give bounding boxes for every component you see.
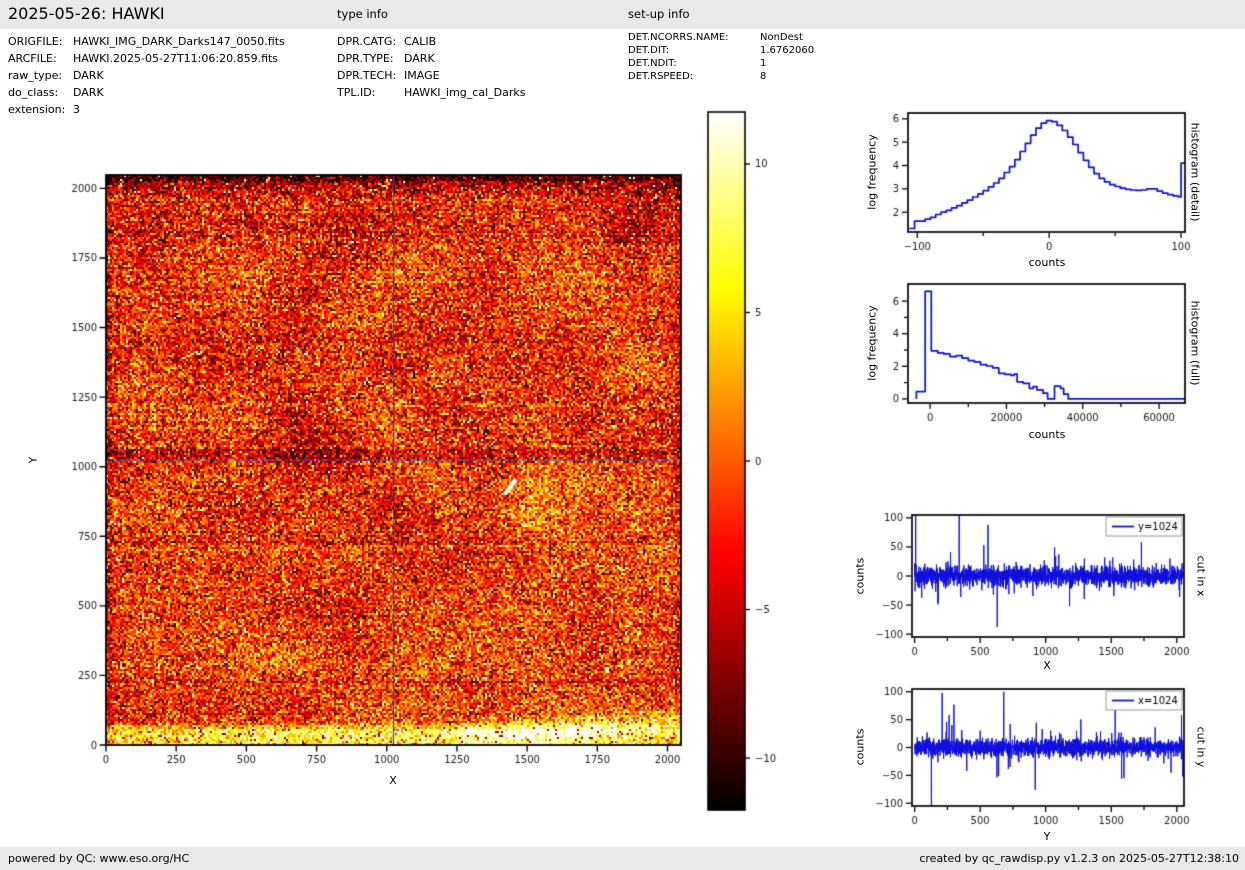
setup-info-heading: set-up info	[628, 7, 690, 21]
file-info-row: ARCFILE: HAWKI.2025-05-27T11:06:20.859.fi…	[8, 50, 285, 67]
setup-info-row: DET.RSPEED: 8	[628, 70, 814, 83]
type-info-block: DPR.CATG: CALIB DPR.TYPE: DARK DPR.TECH: IM…	[337, 33, 525, 101]
setup-info-label: DET.DIT:	[628, 45, 670, 56]
header-bar: 2025-05-26: HAWKI type info set-up info	[0, 0, 1245, 29]
cut-in-y-side-label: cut in y	[1194, 726, 1208, 768]
type-info-label: DPR.TYPE:	[337, 52, 394, 65]
file-info-row: do_class: DARK	[8, 84, 285, 101]
type-info-row: DPR.TYPE: DARK	[337, 50, 525, 67]
cut-in-x-x-label: X	[1043, 659, 1051, 672]
file-info-value: HAWKI.2025-05-27T11:06:20.859.fits	[73, 52, 279, 65]
cut-in-x-y-label: counts	[853, 557, 867, 595]
setup-info-value: NonDest	[760, 32, 803, 43]
cut-in-y-plot	[855, 676, 1195, 831]
setup-info-value: 1.6762060	[760, 45, 815, 56]
file-info-label: extension:	[8, 103, 66, 116]
setup-info-block: DET.NCORRS.NAME: NonDest DET.DIT: 1.676206…	[628, 31, 814, 83]
main-image-plot	[60, 165, 700, 795]
page-title: 2025-05-26: HAWKI	[8, 4, 165, 23]
setup-info-label: DET.RSPEED:	[628, 71, 694, 82]
type-info-value: IMAGE	[404, 69, 440, 82]
main-y-axis-label: Y	[26, 456, 40, 464]
file-info-label: do_class:	[8, 86, 59, 99]
cut-in-x-plot	[855, 503, 1195, 658]
histogram-detail-x-label: counts	[1028, 256, 1066, 269]
type-info-row: TPL.ID: HAWKI_img_cal_Darks	[337, 84, 525, 101]
file-info-label: ARCFILE:	[8, 52, 57, 65]
setup-info-label: DET.NCORRS.NAME:	[628, 32, 729, 43]
file-info-label: ORIGFILE:	[8, 35, 63, 48]
file-info-label: raw_type:	[8, 69, 63, 82]
type-info-value: CALIB	[404, 35, 437, 48]
file-info-block: ORIGFILE: HAWKI_IMG_DARK_Darks147_0050.fi…	[8, 33, 285, 118]
type-info-value: DARK	[404, 52, 435, 65]
histogram-full-y-label: log frequency	[865, 305, 879, 381]
file-info-value: HAWKI_IMG_DARK_Darks147_0050.fits	[73, 35, 285, 48]
setup-info-value: 1	[760, 58, 767, 69]
footer-bar: powered by QC: www.eso.org/HC created by…	[0, 847, 1245, 870]
file-info-row: raw_type: DARK	[8, 67, 285, 84]
setup-info-row: DET.DIT: 1.6762060	[628, 44, 814, 57]
type-info-label: DPR.CATG:	[337, 35, 397, 48]
file-info-value: DARK	[73, 86, 104, 99]
histogram-full-x-label: counts	[1028, 428, 1066, 441]
setup-info-value: 8	[760, 71, 767, 82]
setup-info-label: DET.NDIT:	[628, 58, 677, 69]
file-info-value: DARK	[73, 69, 104, 82]
file-info-row: extension: 3	[8, 101, 285, 118]
histogram-full-side-label: histogram (full)	[1188, 300, 1202, 386]
footer-left-text: powered by QC: www.eso.org/HC	[8, 852, 190, 865]
cut-in-y-y-label: counts	[853, 728, 867, 766]
qc-report-page: 2025-05-26: HAWKI type info set-up info …	[0, 0, 1245, 870]
type-info-row: DPR.TECH: IMAGE	[337, 67, 525, 84]
type-info-row: DPR.CATG: CALIB	[337, 33, 525, 50]
colorbar	[700, 106, 795, 818]
histogram-detail-side-label: histogram (detail)	[1188, 122, 1202, 222]
file-info-value: 3	[73, 103, 80, 116]
setup-info-row: DET.NDIT: 1	[628, 57, 814, 70]
histogram-detail-y-label: log frequency	[865, 134, 879, 210]
file-info-row: ORIGFILE: HAWKI_IMG_DARK_Darks147_0050.fi…	[8, 33, 285, 50]
footer-right-text: created by qc_rawdisp.py v1.2.3 on 2025-…	[919, 852, 1239, 865]
type-info-label: TPL.ID:	[337, 86, 376, 99]
cut-in-x-side-label: cut in x	[1194, 555, 1208, 597]
setup-info-row: DET.NCORRS.NAME: NonDest	[628, 31, 814, 44]
type-info-heading: type info	[337, 7, 388, 21]
type-info-label: DPR.TECH:	[337, 69, 397, 82]
histogram-detail-plot	[855, 103, 1195, 268]
type-info-value: HAWKI_img_cal_Darks	[404, 86, 526, 99]
cut-in-y-x-label: Y	[1043, 830, 1051, 843]
main-x-axis-label: X	[389, 774, 397, 787]
histogram-full-plot	[855, 274, 1195, 442]
